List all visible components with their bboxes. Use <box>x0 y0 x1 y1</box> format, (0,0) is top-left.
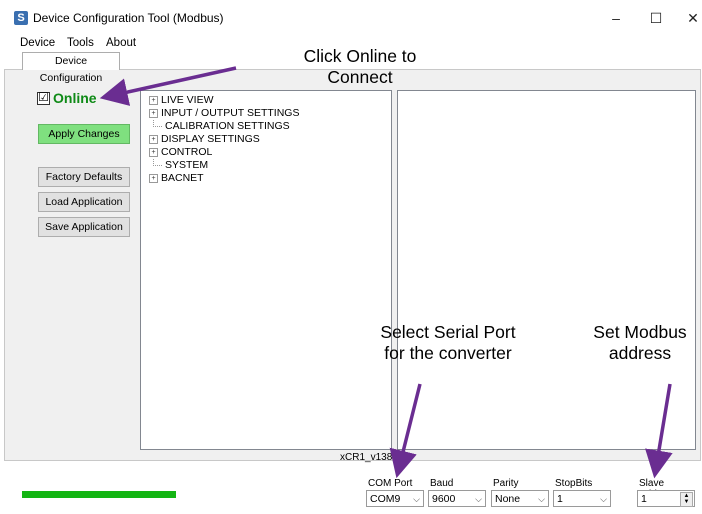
arrow-to-slave-address <box>645 383 673 479</box>
annotation-arrows <box>99 66 673 479</box>
arrow-to-com-port <box>389 383 422 479</box>
arrow-to-online <box>99 66 237 106</box>
